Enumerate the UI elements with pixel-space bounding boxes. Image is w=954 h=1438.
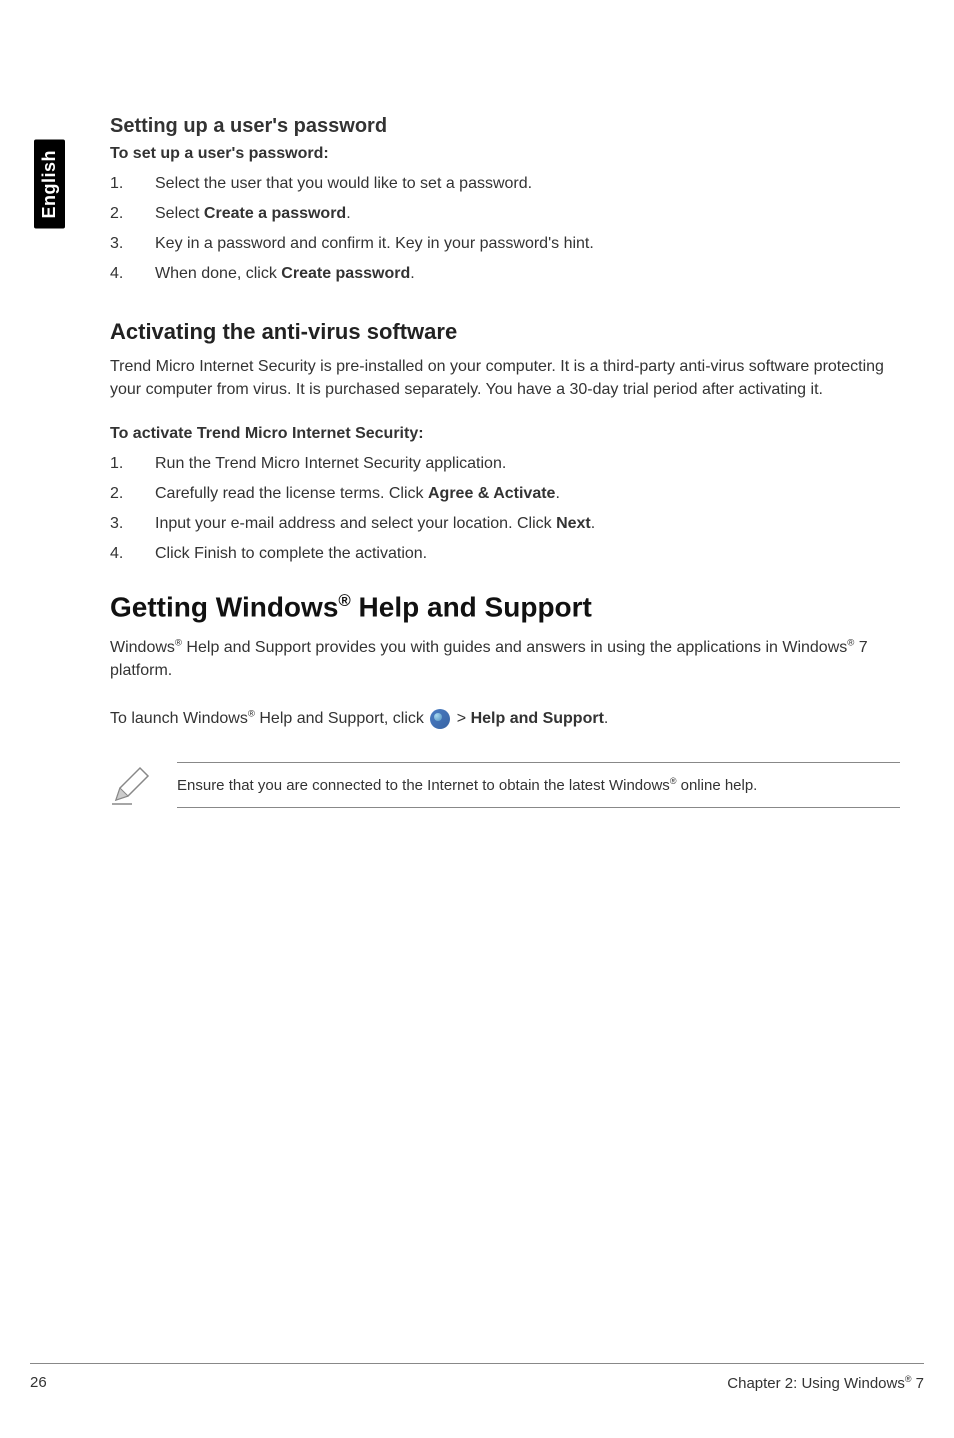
- section2-list: 1.Run the Trend Micro Internet Security …: [110, 455, 900, 563]
- list-item: 4.Click Finish to complete the activatio…: [110, 545, 900, 563]
- start-icon: [430, 709, 450, 729]
- p2-mid: Help and Support, click: [255, 710, 428, 727]
- section2-title: Activating the anti-virus software: [110, 319, 900, 345]
- section2-subtitle: To activate Trend Micro Internet Securit…: [110, 425, 900, 443]
- list-item: 1.Select the user that you would like to…: [110, 175, 900, 193]
- chapter-label: Chapter 2: Using Windows® 7: [727, 1374, 924, 1392]
- h1-pre: Getting Windows: [110, 592, 338, 623]
- list-number: 3.: [110, 515, 155, 533]
- section1-title: Setting up a user's password: [110, 115, 900, 138]
- p1-mid: Help and Support provides you with guide…: [182, 639, 847, 656]
- list-text: Carefully read the license terms. Click …: [155, 485, 900, 503]
- main-content: Setting up a user's password To set up a…: [110, 115, 900, 808]
- p2-pre: To launch Windows: [110, 710, 248, 727]
- reg-mark: ®: [338, 591, 350, 610]
- page-number: 26: [30, 1374, 47, 1392]
- list-item: 4.When done, click Create password.: [110, 265, 900, 283]
- list-text: Key in a password and confirm it. Key in…: [155, 235, 900, 253]
- h1-post: Help and Support: [351, 592, 592, 623]
- chapter-pre: Chapter 2: Using Windows: [727, 1375, 905, 1392]
- section3-para2: To launch Windows® Help and Support, cli…: [110, 706, 900, 732]
- section3-title: Getting Windows® Help and Support: [110, 591, 900, 623]
- chapter-post: 7: [911, 1375, 924, 1392]
- list-item: 2.Carefully read the license terms. Clic…: [110, 485, 900, 503]
- list-number: 2.: [110, 205, 155, 223]
- p2-gt: >: [452, 710, 470, 727]
- section1-list: 1.Select the user that you would like to…: [110, 175, 900, 283]
- language-tab: English: [34, 140, 65, 229]
- list-number: 2.: [110, 485, 155, 503]
- list-text: Run the Trend Micro Internet Security ap…: [155, 455, 900, 473]
- note-box: Ensure that you are connected to the Int…: [110, 762, 900, 808]
- note-pre: Ensure that you are connected to the Int…: [177, 777, 670, 794]
- list-item: 3.Input your e-mail address and select y…: [110, 515, 900, 533]
- list-number: 4.: [110, 545, 155, 563]
- p2-bold: Help and Support: [471, 710, 604, 727]
- list-text: Select Create a password.: [155, 205, 900, 223]
- list-text: When done, click Create password.: [155, 265, 900, 283]
- section1-subtitle: To set up a user's password:: [110, 145, 900, 163]
- p2-post: .: [604, 710, 608, 727]
- list-text: Select the user that you would like to s…: [155, 175, 900, 193]
- list-number: 1.: [110, 455, 155, 473]
- list-item: 3.Key in a password and confirm it. Key …: [110, 235, 900, 253]
- list-item: 1.Run the Trend Micro Internet Security …: [110, 455, 900, 473]
- list-number: 3.: [110, 235, 155, 253]
- reg-mark: ®: [175, 637, 182, 648]
- list-number: 4.: [110, 265, 155, 283]
- list-text: Input your e-mail address and select you…: [155, 515, 900, 533]
- section3-para1: Windows® Help and Support provides you w…: [110, 636, 900, 682]
- note-text: Ensure that you are connected to the Int…: [177, 762, 900, 808]
- list-text: Click Finish to complete the activation.: [155, 545, 900, 563]
- list-number: 1.: [110, 175, 155, 193]
- p1-pre: Windows: [110, 639, 175, 656]
- page-footer: 26 Chapter 2: Using Windows® 7: [30, 1363, 924, 1392]
- reg-mark: ®: [248, 709, 255, 720]
- pen-icon: [110, 764, 152, 806]
- section2-para: Trend Micro Internet Security is pre-ins…: [110, 355, 900, 401]
- list-item: 2.Select Create a password.: [110, 205, 900, 223]
- note-post: online help.: [676, 777, 757, 794]
